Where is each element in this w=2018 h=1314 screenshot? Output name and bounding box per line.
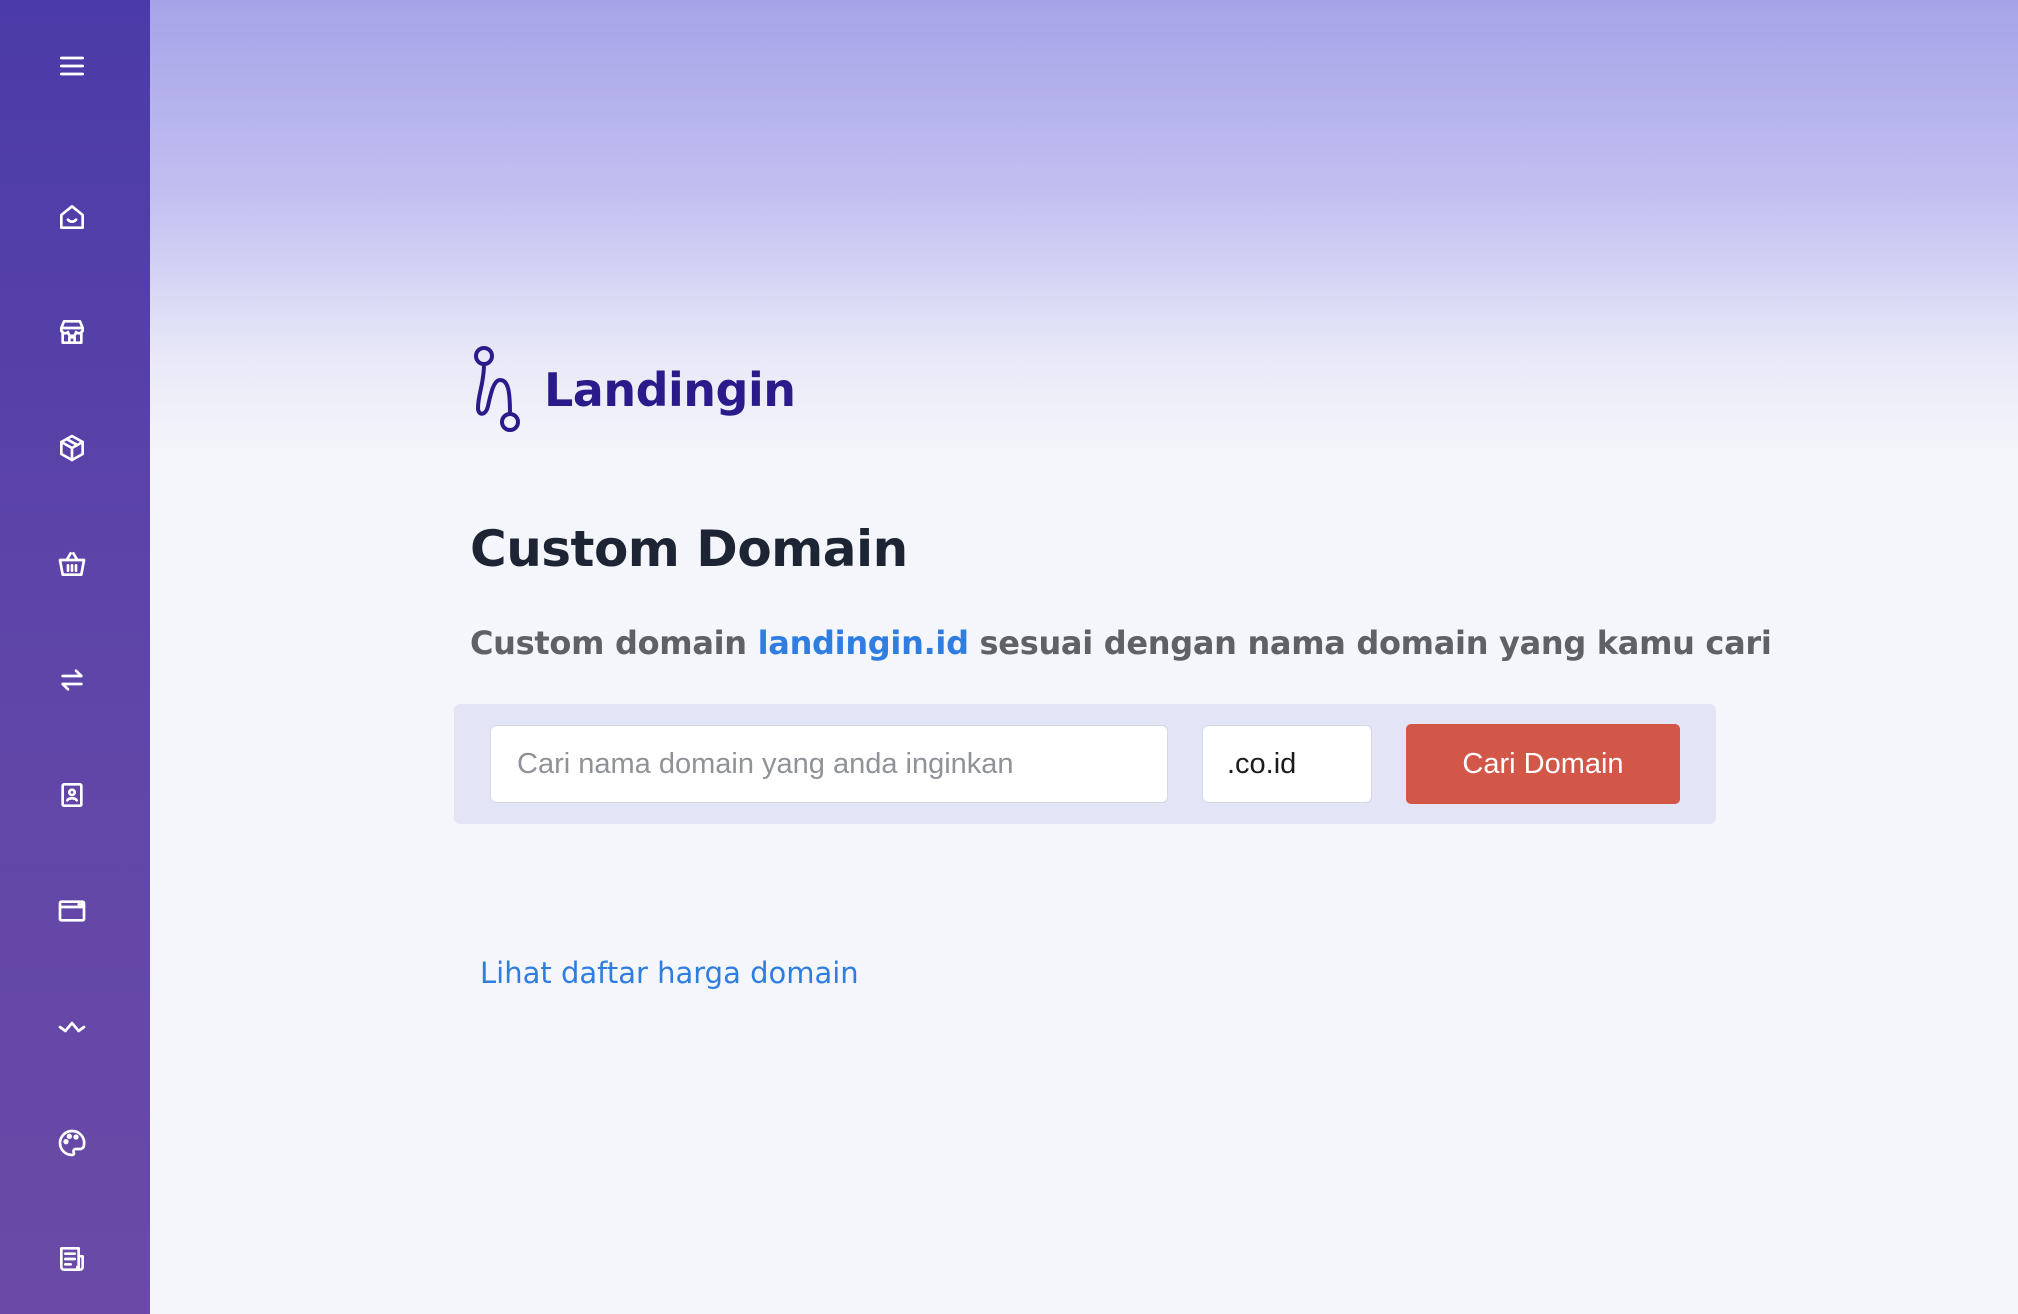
sidebar-item-pages[interactable] — [45, 884, 99, 938]
sidebar-item-articles[interactable] — [45, 1232, 99, 1286]
palette-icon — [58, 1129, 86, 1157]
transfer-icon — [61, 669, 83, 691]
brand-name: Landingin — [544, 363, 796, 417]
sidebar-item-theme[interactable] — [45, 1116, 99, 1170]
sidebar — [0, 0, 150, 1314]
contact-icon — [61, 783, 83, 807]
subtitle-prefix: Custom domain — [470, 624, 747, 662]
analytics-icon — [58, 1021, 86, 1033]
sidebar-item-home[interactable] — [45, 190, 99, 244]
sidebar-item-products[interactable] — [45, 421, 99, 475]
browser-icon — [58, 900, 86, 922]
store-icon — [60, 320, 84, 344]
basket-icon — [58, 552, 86, 576]
menu-button[interactable] — [45, 39, 99, 93]
tld-select[interactable]: .co.id — [1202, 725, 1372, 803]
search-domain-button[interactable]: Cari Domain — [1406, 724, 1680, 804]
subtitle-domain-highlight: landingin.id — [757, 624, 969, 662]
landingin-logo-icon — [474, 346, 520, 432]
sidebar-item-store[interactable] — [45, 305, 99, 359]
page-title: Custom Domain — [470, 520, 908, 578]
main-content: Landingin Custom Domain Custom domain la… — [150, 0, 2018, 1314]
subtitle-suffix: sesuai dengan nama domain yang kamu cari — [979, 624, 1772, 662]
sidebar-item-transactions[interactable] — [45, 653, 99, 707]
tld-selected-value: .co.id — [1227, 747, 1297, 780]
domain-search-panel: .co.id Cari Domain — [454, 704, 1716, 824]
domain-price-list-link[interactable]: Lihat daftar harga domain — [480, 956, 859, 990]
sidebar-item-customers[interactable] — [45, 768, 99, 822]
brand-logo: Landingin — [470, 340, 796, 440]
sidebar-item-orders[interactable] — [45, 537, 99, 591]
domain-search-input[interactable] — [490, 725, 1168, 803]
box-icon — [60, 434, 84, 462]
menu-icon — [60, 56, 84, 76]
article-icon — [60, 1247, 84, 1271]
sidebar-item-analytics[interactable] — [45, 1000, 99, 1054]
page-subtitle: Custom domain landingin.id sesuai dengan… — [470, 624, 1772, 662]
home-icon — [60, 205, 84, 229]
